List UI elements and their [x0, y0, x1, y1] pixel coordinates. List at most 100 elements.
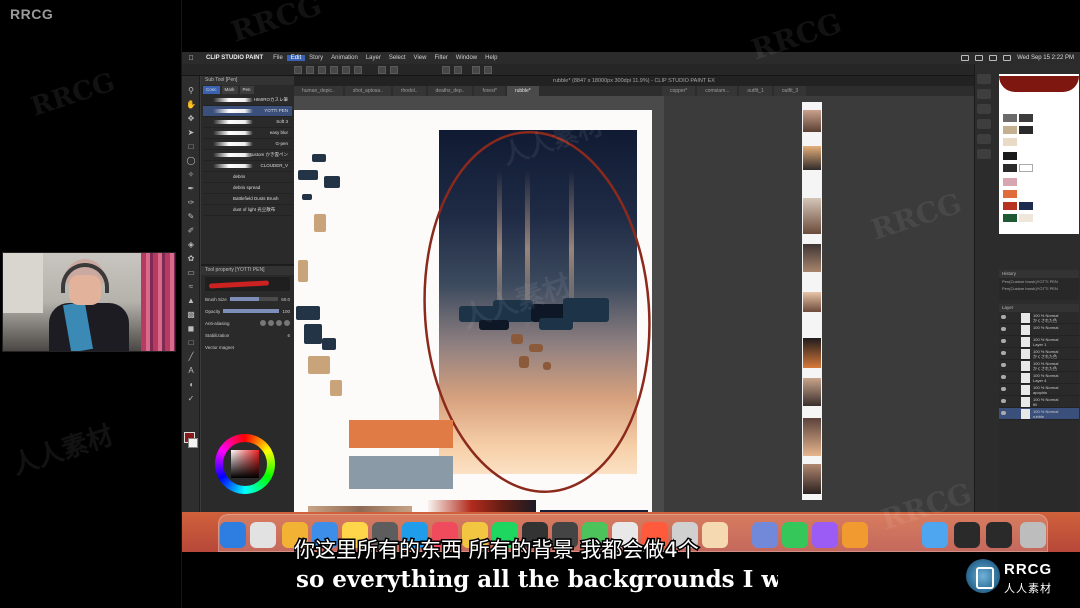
gradient-icon[interactable]: ▩	[186, 310, 196, 320]
hand-tool-icon[interactable]: ✋	[186, 100, 196, 110]
sub-view-palette[interactable]	[999, 74, 1079, 234]
ruler-tool-icon[interactable]: ╱	[186, 352, 196, 362]
vector-magnet-row[interactable]: Vector magnet	[201, 341, 294, 353]
antialias-strong-icon[interactable]	[284, 320, 290, 326]
tray-battery-icon[interactable]	[975, 55, 984, 61]
selection-tool-icon[interactable]: □	[186, 142, 196, 152]
correct-line-icon[interactable]: ✓	[186, 394, 196, 404]
tab-forest[interactable]: forest*	[474, 86, 505, 96]
blend-tool-icon[interactable]: ≈	[186, 282, 196, 292]
history-row[interactable]: Pen(Custom brush)YOTTI PEN	[999, 278, 1079, 285]
layer-row[interactable]: 100 % Normal かくされた色	[999, 348, 1079, 360]
layer-row-selected[interactable]: 100 % Normal rubble	[999, 408, 1079, 420]
eye-icon[interactable]	[1001, 351, 1006, 355]
palette-swatch[interactable]	[1019, 114, 1033, 122]
layer-row[interactable]: 100 % Normal Layer 1	[999, 336, 1079, 348]
tab-rubble[interactable]: rubble*	[506, 86, 539, 96]
auto-select-icon[interactable]: ✧	[186, 170, 196, 180]
zoom-tool-icon[interactable]: ⚲	[186, 86, 196, 96]
layer-property-icon[interactable]	[977, 149, 991, 159]
opacity-slider[interactable]	[223, 309, 280, 313]
palette-swatch[interactable]	[1019, 202, 1033, 210]
canvas-paper[interactable]	[294, 110, 652, 520]
menu-file[interactable]: File	[269, 55, 287, 61]
sub-view-icon[interactable]	[977, 89, 991, 99]
eye-icon[interactable]	[1001, 363, 1006, 367]
palette-swatch[interactable]	[1003, 138, 1017, 146]
history-row[interactable]: Pen(Custom brush)YOTTI PEN	[999, 285, 1079, 292]
brush-size-value[interactable]: 60.0	[281, 297, 290, 302]
menu-window[interactable]: Window	[452, 55, 481, 61]
brush-item[interactable]: dust of light 光尘散布	[203, 205, 292, 216]
brush-size-slider[interactable]	[229, 297, 279, 301]
sub-tab-pen[interactable]: Pen	[239, 86, 254, 94]
layer-row[interactable]: 100 % Normal Layer 4	[999, 372, 1079, 384]
decoration-icon[interactable]: ✿	[186, 254, 196, 264]
sub-tab-mark[interactable]: Mark	[221, 86, 238, 94]
eye-icon[interactable]	[1001, 411, 1006, 415]
palette-swatch[interactable]	[1003, 114, 1017, 122]
tab-outfit-3[interactable]: outfit_3	[773, 86, 807, 96]
reference-strip[interactable]	[802, 102, 822, 500]
history-icon[interactable]	[977, 134, 991, 144]
eraser-icon[interactable]: ▭	[186, 268, 196, 278]
undo-icon[interactable]	[330, 66, 338, 74]
palette-swatch[interactable]	[1003, 178, 1017, 186]
brush-item[interactable]: G-pen	[203, 139, 292, 150]
menu-animation[interactable]: Animation	[327, 55, 362, 61]
eye-icon[interactable]	[1001, 339, 1006, 343]
figure-tool-icon[interactable]: ◼	[186, 324, 196, 334]
select-icon[interactable]	[472, 66, 480, 74]
redo-icon[interactable]	[342, 66, 350, 74]
new-file-icon[interactable]	[294, 66, 302, 74]
tab-outfit-1[interactable]: outfit_1	[739, 86, 772, 96]
menu-view[interactable]: View	[410, 55, 431, 61]
snap-icon[interactable]	[442, 66, 450, 74]
main-canvas[interactable]	[294, 96, 664, 520]
brush-item[interactable]: easy blur	[203, 128, 292, 139]
sub-tab-conc[interactable]: Conc	[203, 86, 220, 94]
layer-row[interactable]: 100 % Normal かくされた色	[999, 312, 1079, 324]
brush-tool-icon[interactable]: ✐	[186, 226, 196, 236]
menu-help[interactable]: Help	[481, 55, 501, 61]
tray-wifi-icon[interactable]	[989, 55, 998, 61]
stabilization-row[interactable]: Stabilization 6	[201, 329, 294, 341]
opacity-row[interactable]: Opacity 100	[201, 305, 294, 317]
palette-swatch[interactable]	[1003, 190, 1017, 198]
brush-item-selected[interactable]: YOTTI PEN	[203, 106, 292, 117]
brush-item[interactable]: Battlefield Dusts Brush	[203, 194, 292, 205]
menu-edit[interactable]: Edit	[286, 55, 306, 61]
navigator-icon[interactable]	[977, 74, 991, 84]
menu-story[interactable]: Story	[305, 55, 327, 61]
tab-comsiam[interactable]: comsiam...	[697, 86, 738, 96]
app-menu[interactable]: CLIP STUDIO PAINT	[200, 55, 269, 61]
tab-copper[interactable]: copper*	[662, 86, 696, 96]
palette-swatch[interactable]	[1003, 164, 1017, 172]
brush-item[interactable]: debris spread	[203, 183, 292, 194]
ruler-icon[interactable]	[454, 66, 462, 74]
tray-screen-icon[interactable]	[961, 55, 970, 61]
apple-icon[interactable]: 	[182, 55, 200, 62]
select-all-icon[interactable]	[484, 66, 492, 74]
layer-row[interactable]: 100 % Normal fill	[999, 396, 1079, 408]
open-file-icon[interactable]	[306, 66, 314, 74]
tray-search-icon[interactable]	[1003, 55, 1012, 61]
palette-swatch[interactable]	[1003, 152, 1017, 160]
airbrush-icon[interactable]: ◈	[186, 240, 196, 250]
fill-icon[interactable]	[378, 66, 386, 74]
eye-icon[interactable]	[1001, 315, 1006, 319]
tab-human-depic[interactable]: human_depic..	[294, 86, 343, 96]
brush-item[interactable]: CLOUDER_V	[203, 161, 292, 172]
tab-shot-aptosa[interactable]: shot_aptosa..	[344, 86, 391, 96]
object-tool-icon[interactable]: ➤	[186, 128, 196, 138]
clear-icon[interactable]	[354, 66, 362, 74]
antialias-options[interactable]	[260, 320, 290, 326]
color-set-icon[interactable]	[977, 119, 991, 129]
layer-row[interactable]: 100 % Normal apophis	[999, 384, 1079, 396]
antialias-none-icon[interactable]	[260, 320, 266, 326]
eye-icon[interactable]	[1001, 387, 1006, 391]
menubar-clock[interactable]: Wed Sep 15 2:22 PM	[1017, 55, 1074, 61]
stabilization-value[interactable]: 6	[287, 333, 290, 338]
palette-swatch[interactable]	[1003, 214, 1017, 222]
palette-swatch[interactable]	[1019, 214, 1033, 222]
